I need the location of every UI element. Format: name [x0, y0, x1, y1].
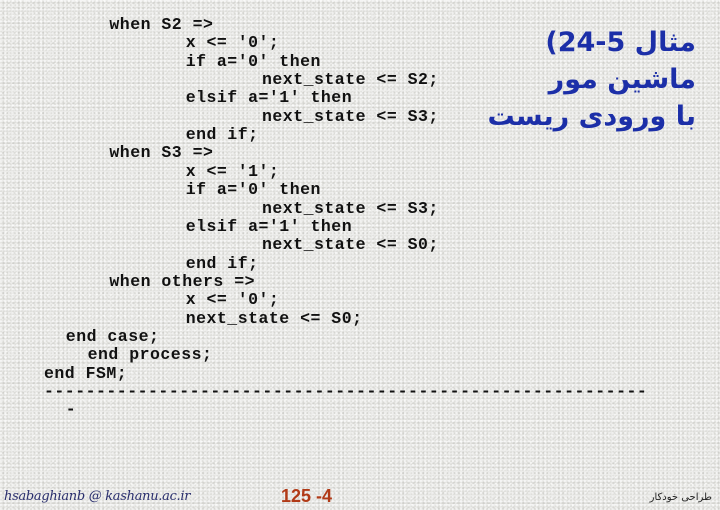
code-line: ----------------------------------------…: [44, 382, 648, 401]
footer-course-name: طراحی خودکار: [649, 492, 712, 503]
code-line: next_state <= S0;: [185, 308, 363, 328]
code-line: when others =>: [109, 271, 256, 291]
code-line: when S2 =>: [109, 15, 214, 34]
title-line-moore-machine: ماشین مور: [548, 64, 696, 95]
code-line: when S3 =>: [109, 143, 214, 163]
code-line: elsif a='1' then: [185, 216, 353, 236]
slide: مثال 5-24) ماشین مور با ورودی ریست when …: [0, 0, 720, 510]
slide-title: مثال 5-24) ماشین مور با ورودی ریست: [487, 24, 696, 135]
code-line: next_state <= S3;: [262, 106, 439, 126]
code-line: next_state <= S3;: [262, 198, 439, 218]
code-line: x <= '0';: [185, 33, 280, 53]
code-line: elsif a='1' then: [185, 88, 353, 108]
code-line: -: [65, 400, 77, 420]
code-line: end if;: [185, 253, 259, 273]
title-line-example-number: مثال 5-24): [545, 27, 696, 58]
footer-email: hsabaghianb @ kashanu.ac.ir: [4, 489, 191, 504]
code-line: if a='0' then: [185, 51, 321, 71]
code-line: end process;: [87, 345, 213, 365]
code-line: end FSM;: [44, 363, 128, 383]
code-line: end case;: [65, 326, 160, 346]
code-line: x <= '0';: [185, 290, 280, 310]
code-line: end if;: [185, 125, 259, 145]
code-line: if a='0' then: [185, 180, 321, 200]
code-line: next_state <= S0;: [262, 235, 439, 255]
code-line: next_state <= S2;: [262, 70, 439, 90]
footer-page-number: 125 -4: [281, 486, 333, 506]
code-line: x <= '1';: [185, 161, 280, 181]
title-line-reset-input: با ورودی ریست: [487, 101, 696, 132]
